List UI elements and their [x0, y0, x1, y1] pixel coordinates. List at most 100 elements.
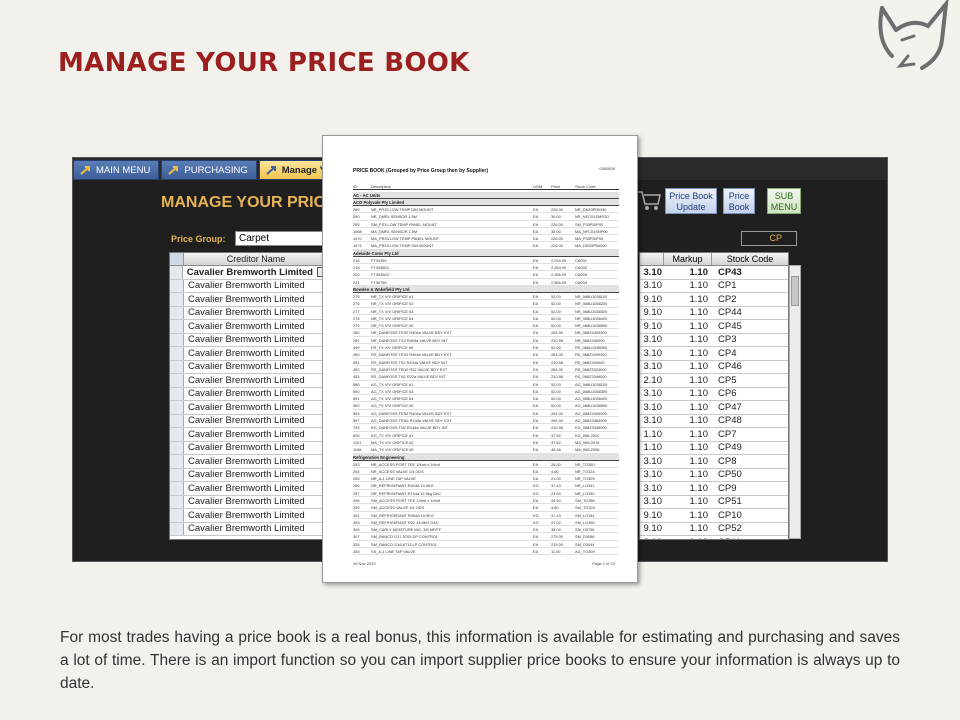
stock-code-cell[interactable]: CP10	[712, 510, 742, 521]
markup-cell[interactable]: 1.10	[664, 469, 712, 480]
creditor-name-cell[interactable]: Cavalier Bremworth Limited	[184, 442, 305, 453]
price-cell[interactable]: 1.10	[640, 429, 664, 440]
stock-code-cell[interactable]: CP46	[712, 361, 742, 372]
table-row[interactable]: Cavalier Bremworth Limited	[170, 333, 328, 347]
price-book-button[interactable]: Price Book	[723, 188, 755, 214]
row-selector[interactable]	[170, 266, 183, 279]
stock-code-cell[interactable]: CP6	[712, 388, 736, 399]
table-row[interactable]: 9.10 1.10 CP45	[640, 320, 788, 334]
stock-code-cell[interactable]: CP4	[712, 348, 736, 359]
table-row[interactable]: Cavalier Bremworth Limited	[170, 293, 328, 307]
creditor-name-cell[interactable]: Cavalier Bremworth Limited	[184, 361, 305, 372]
row-selector[interactable]	[170, 293, 184, 306]
price-cell[interactable]: 3.10	[640, 456, 664, 467]
price-cell[interactable]: 3.10	[640, 388, 664, 399]
creditor-name-cell[interactable]: Cavalier Bremworth Limited	[184, 429, 305, 440]
markup-cell[interactable]: 1.10	[664, 415, 712, 426]
row-selector[interactable]	[170, 306, 184, 319]
price-cell[interactable]: 3.10	[640, 483, 664, 494]
row-selector[interactable]	[170, 414, 184, 427]
price-cell[interactable]: 1.10	[640, 442, 664, 453]
markup-cell[interactable]: 1.10	[664, 537, 712, 539]
table-row[interactable]: Cavalier Bremworth Limited	[170, 428, 328, 442]
table-row[interactable]: 9.10 1.10 CP10	[640, 509, 788, 523]
price-cell[interactable]: 3.10	[640, 334, 664, 345]
markup-cell[interactable]: 1.10	[664, 388, 712, 399]
price-cell[interactable]: 9.10	[640, 523, 664, 534]
stock-code-cell[interactable]: CP47	[712, 402, 742, 413]
row-selector[interactable]	[170, 333, 184, 346]
price-group-select[interactable]: Carpet	[235, 231, 325, 246]
markup-cell[interactable]: 1.10	[664, 334, 712, 345]
creditor-name-cell[interactable]: Cavalier Bremworth Limited	[184, 415, 305, 426]
row-selector[interactable]	[170, 522, 184, 535]
creditor-name-cell[interactable]: Cavalier Bremworth Limited	[184, 321, 305, 332]
table-row[interactable]: 3.10 1.10 CP51	[640, 496, 788, 509]
creditor-name-cell[interactable]: Cavalier Bremworth Limited	[184, 294, 305, 305]
stock-code-cell[interactable]: CP50	[712, 469, 742, 480]
price-cell[interactable]: 3.10	[640, 402, 664, 413]
row-selector[interactable]	[170, 468, 184, 481]
table-row[interactable]: Cavalier Bremworth Limited	[170, 279, 328, 293]
scrollbar-thumb[interactable]	[791, 276, 799, 306]
creditor-name-cell[interactable]: Cavalier Bremworth Limited	[184, 456, 305, 467]
price-cell[interactable]: 3.10	[640, 415, 664, 426]
creditor-name-cell[interactable]: Cavalier Bremworth Limited	[184, 523, 305, 534]
table-row[interactable]: 3.10 1.10 CP46	[640, 361, 788, 374]
table-row[interactable]: Cavalier Bremworth Limited	[170, 387, 328, 401]
table-row[interactable]: Cavalier Bremworth Limited	[170, 468, 328, 482]
creditor-name-cell[interactable]: Cavalier Bremworth Limited	[183, 267, 313, 278]
markup-cell[interactable]: 1.10	[664, 267, 712, 278]
stock-code-cell[interactable]: CP8	[712, 456, 736, 467]
table-row[interactable]: 3.10 1.10 CP6	[640, 388, 788, 401]
stock-code-cell[interactable]: CP3	[712, 334, 736, 345]
creditor-name-cell[interactable]: Cavalier Bremworth Limited	[184, 496, 305, 507]
stock-code-header[interactable]: Stock Code	[712, 253, 788, 265]
stock-code-cell[interactable]: CP9	[712, 483, 736, 494]
creditor-name-cell[interactable]: Cavalier Bremworth Limited	[184, 483, 305, 494]
markup-cell[interactable]: 1.10	[664, 483, 712, 494]
markup-cell[interactable]: 1.10	[664, 442, 712, 453]
table-row[interactable]: 1.10 1.10 CP49	[640, 442, 788, 455]
creditor-name-cell[interactable]: Cavalier Bremworth Limited	[184, 348, 305, 359]
creditor-name-header[interactable]: Creditor Name	[184, 253, 328, 265]
table-row[interactable]: Cavalier Bremworth Limited	[170, 401, 328, 415]
markup-header[interactable]: Markup	[664, 253, 712, 265]
stock-code-cell[interactable]: CP11	[712, 537, 741, 539]
markup-cell[interactable]: 1.10	[664, 402, 712, 413]
price-cell[interactable]: 3.10	[640, 348, 664, 359]
table-row[interactable]: 9.10 1.10 CP2	[640, 293, 788, 307]
table-row[interactable]: Cavalier Bremworth Limited	[170, 266, 328, 280]
row-selector[interactable]	[170, 401, 184, 414]
table-row[interactable]: 2.10 1.10 CP5	[640, 374, 788, 388]
table-row[interactable]: Cavalier Bremworth Limited	[170, 495, 328, 509]
sub-menu-button[interactable]: SUB MENU	[767, 188, 801, 214]
price-cell[interactable]: 2.10	[640, 375, 664, 386]
row-selector[interactable]	[170, 347, 184, 360]
markup-cell[interactable]: 1.10	[664, 496, 712, 507]
table-row[interactable]: 3.10 1.10 CP47	[640, 401, 788, 415]
price-cell[interactable]: 3.10	[640, 537, 664, 539]
table-row[interactable]: 1.10 1.10 CP7	[640, 428, 788, 442]
markup-cell[interactable]: 1.10	[664, 523, 712, 534]
row-selector[interactable]	[170, 360, 184, 373]
row-selector[interactable]	[170, 387, 184, 400]
table-row[interactable]: 9.10 1.10 CP44	[640, 307, 788, 320]
markup-cell[interactable]: 1.10	[664, 307, 712, 318]
creditor-name-cell[interactable]: Cavalier Bremworth Limited	[184, 375, 305, 386]
select-all-cell[interactable]	[170, 253, 184, 265]
table-row[interactable]: Cavalier Bremworth Limited	[170, 374, 328, 388]
stock-code-cell[interactable]: CP52	[712, 523, 742, 534]
creditor-name-cell[interactable]: Cavalier Bremworth Limited	[184, 469, 305, 480]
price-cell[interactable]: 3.10	[640, 469, 664, 480]
markup-cell[interactable]: 1.10	[664, 429, 712, 440]
row-selector[interactable]	[170, 320, 184, 333]
table-row[interactable]: Cavalier Bremworth Limited	[170, 306, 328, 320]
creditor-name-cell[interactable]: Cavalier Bremworth Limited	[184, 307, 305, 318]
markup-cell[interactable]: 1.10	[664, 375, 712, 386]
table-row[interactable]: 3.10 1.10 CP1	[640, 280, 788, 293]
row-selector[interactable]	[170, 495, 184, 508]
table-row[interactable]: 9.10 1.10 CP52	[640, 523, 788, 536]
stock-code-cell[interactable]: CP2	[712, 294, 736, 305]
row-selector[interactable]	[170, 279, 184, 292]
